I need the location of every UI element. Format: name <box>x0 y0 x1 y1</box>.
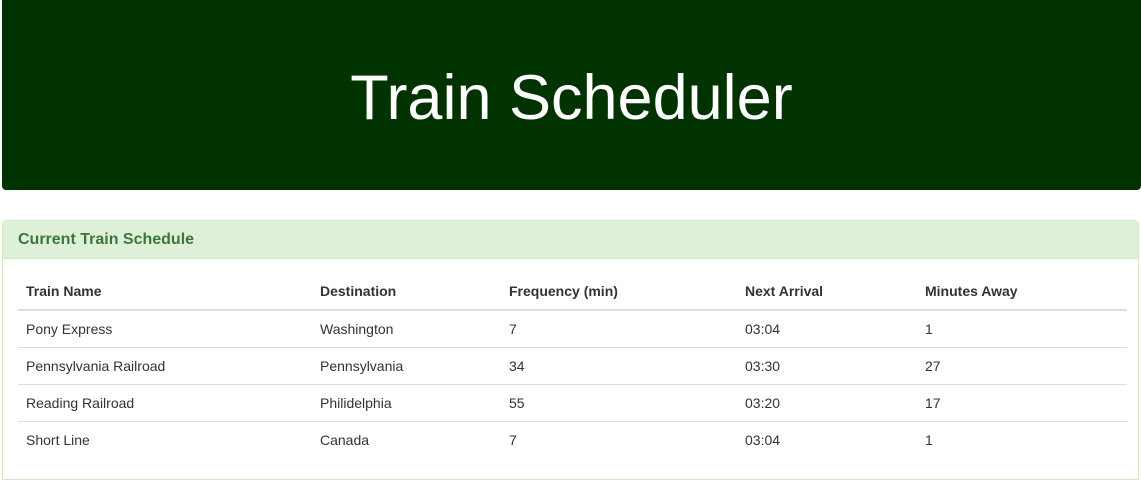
schedule-panel-body: Train Name Destination Frequency (min) N… <box>3 259 1138 458</box>
cell-minutes-away: 1 <box>917 420 1127 458</box>
cell-next-arrival: 03:30 <box>737 346 917 384</box>
cell-minutes-away: 1 <box>925 320 933 337</box>
column-header-train-name: Train Name <box>18 274 312 311</box>
cell-destination: Philidelphia <box>312 383 501 421</box>
schedule-table-body: Pony Express Washington 7 03:04 1 Pennsy… <box>18 310 1127 458</box>
header-banner: Train Scheduler <box>2 0 1141 190</box>
cell-next-arrival: 03:04 <box>737 420 917 458</box>
header-row: Train Name Destination Frequency (min) N… <box>18 274 1127 311</box>
cell-minutes-away: 17 <box>917 383 1127 421</box>
table-row: Short Line Canada 7 03:04 1 <box>18 420 1127 458</box>
cell-train-name: Pennsylvania Railroad <box>18 346 312 384</box>
cell-destination: Washington <box>320 320 394 337</box>
cell-train-name: Pony Express <box>26 320 113 337</box>
cell-minutes-away: 27 <box>917 346 1127 384</box>
schedule-panel-heading: Current Train Schedule <box>3 221 1138 259</box>
cell-train-name: Short Line <box>18 420 312 458</box>
table-row: Reading Railroad Philidelphia 55 03:20 1… <box>18 383 1127 421</box>
cell-next-arrival: 03:20 <box>737 383 917 421</box>
cell-frequency: 55 <box>501 383 737 421</box>
column-header-frequency: Frequency (min) <box>501 274 737 311</box>
page-title: Train Scheduler <box>350 63 793 133</box>
schedule-table-header: Train Name Destination Frequency (min) N… <box>18 274 1127 311</box>
schedule-panel-title: Current Train Schedule <box>18 230 195 248</box>
schedule-panel: Current Train Schedule Train Name Destin… <box>2 220 1139 480</box>
table-row: Pony Express Washington 7 03:04 1 <box>18 310 1127 347</box>
cell-train-name: Reading Railroad <box>18 383 312 421</box>
schedule-table: Train Name Destination Frequency (min) N… <box>18 274 1127 458</box>
cell-next-arrival: 03:04 <box>745 320 781 337</box>
column-header-destination: Destination <box>312 274 501 311</box>
table-row: Pennsylvania Railroad Pennsylvania 34 03… <box>18 346 1127 384</box>
cell-destination: Pennsylvania <box>312 346 501 384</box>
cell-destination: Canada <box>312 420 501 458</box>
cell-frequency: 34 <box>501 346 737 384</box>
cell-frequency: 7 <box>501 420 737 458</box>
cell-frequency: 7 <box>509 320 517 337</box>
column-header-next-arrival: Next Arrival <box>737 274 917 311</box>
column-header-minutes-away: Minutes Away <box>917 274 1127 311</box>
